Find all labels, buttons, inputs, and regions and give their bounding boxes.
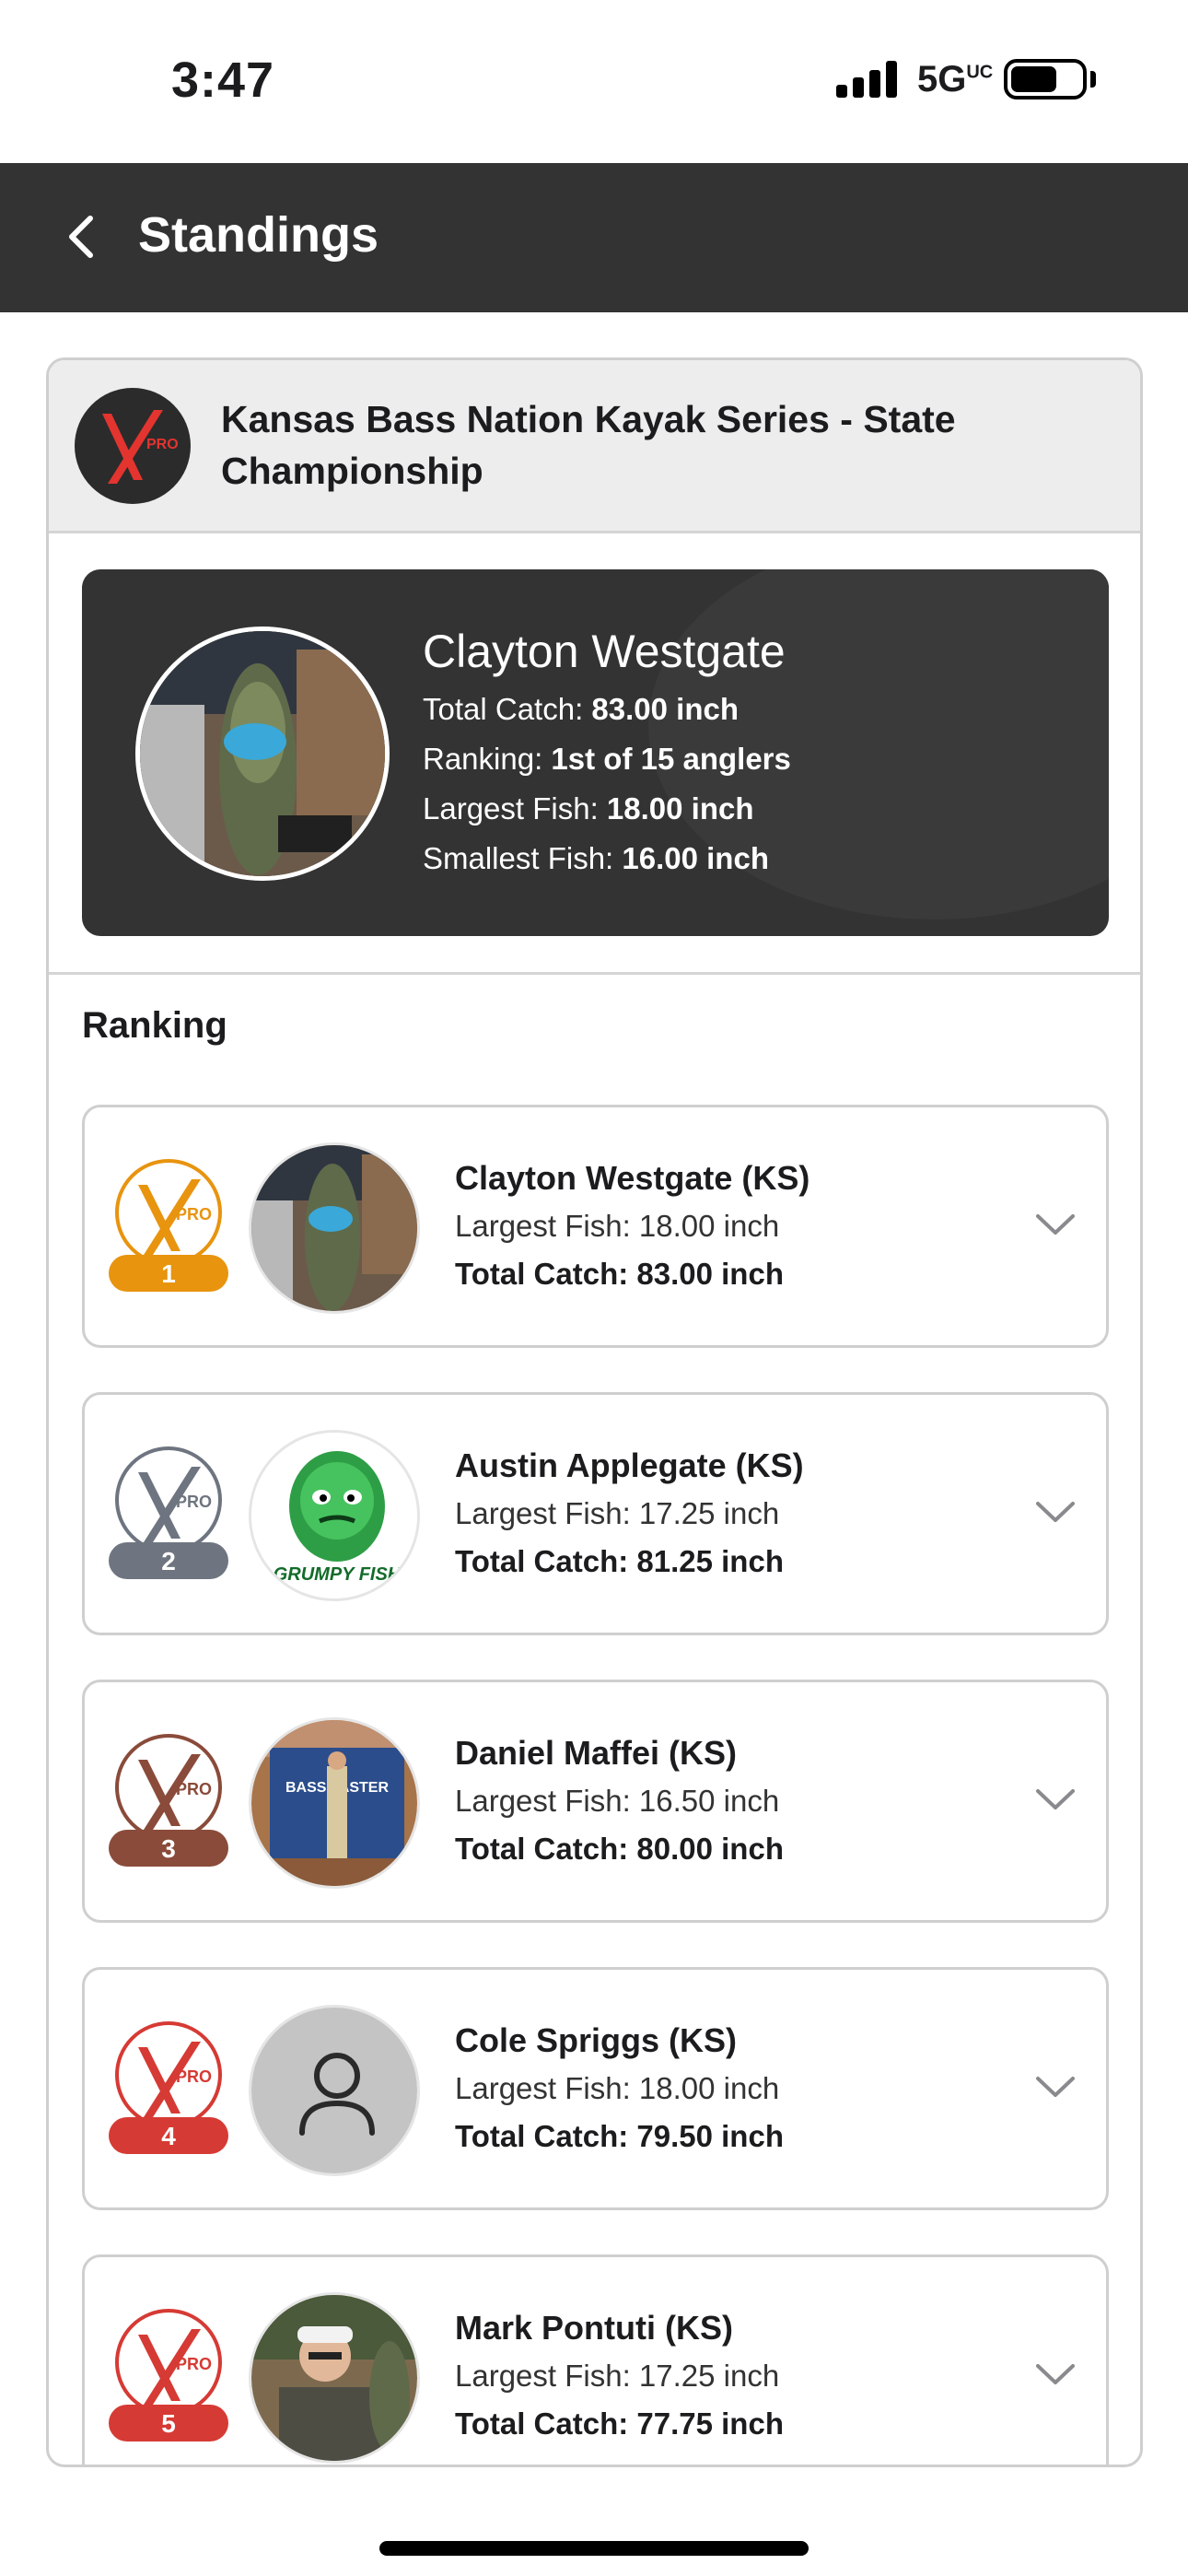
ranking-heading: Ranking xyxy=(82,1005,227,1046)
app-header: Standings xyxy=(0,163,1188,312)
svg-text:PRO: PRO xyxy=(176,2067,212,2086)
svg-text:4: 4 xyxy=(161,2122,176,2150)
svg-text:PRO: PRO xyxy=(176,1205,212,1224)
network-indicator: 5GUC xyxy=(917,59,994,100)
angler-name: Cole Spriggs (KS) xyxy=(455,2021,738,2059)
ranking-row[interactable]: PRO 3 BASSMASTER Daniel Maffei (KS) Larg… xyxy=(82,1680,1109,1923)
status-bar: 3:47 5GUC xyxy=(0,0,1188,163)
user-placeholder-icon xyxy=(249,2005,420,2176)
svg-text:PRO: PRO xyxy=(176,1493,212,1511)
standings-card: PRO Kansas Bass Nation Kayak Series - St… xyxy=(46,357,1143,2467)
summary-smallest-fish: Smallest Fish: 16.00 inch xyxy=(423,841,769,875)
rank-badge-icon: PRO 4 xyxy=(109,2021,228,2154)
ranking-row[interactable]: PRO 1 Clayton Westgate (KS) Largest Fish… xyxy=(82,1105,1109,1348)
total-catch: Total Catch: 83.00 inch xyxy=(455,1257,784,1291)
signal-icon xyxy=(836,61,901,98)
svg-text:2: 2 xyxy=(161,1547,176,1575)
rank-badge-icon: PRO 2 xyxy=(109,1446,228,1579)
chevron-down-icon[interactable] xyxy=(1032,1782,1078,1819)
total-catch: Total Catch: 80.00 inch xyxy=(455,1832,784,1866)
svg-text:3: 3 xyxy=(161,1834,176,1863)
chevron-down-icon[interactable] xyxy=(1032,2069,1078,2106)
avatar xyxy=(249,2292,420,2464)
ranking-row[interactable]: PRO 2 GRUMPY FISH Austin Applegate (KS) … xyxy=(82,1392,1109,1635)
angler-name: Mark Pontuti (KS) xyxy=(455,2309,733,2347)
event-header: PRO Kansas Bass Nation Kayak Series - St… xyxy=(49,360,1140,533)
xpro-logo: PRO xyxy=(75,388,191,504)
total-catch: Total Catch: 81.25 inch xyxy=(455,1544,784,1578)
svg-text:GRUMPY FISH: GRUMPY FISH xyxy=(274,1564,402,1585)
avatar: GRUMPY FISH xyxy=(249,1430,420,1601)
svg-text:PRO: PRO xyxy=(176,1780,212,1798)
ranking-row[interactable]: PRO 4 Cole Spriggs (KS) Largest Fish: 18… xyxy=(82,1967,1109,2210)
home-indicator[interactable] xyxy=(379,2541,809,2556)
largest-fish: Largest Fish: 17.25 inch xyxy=(455,2359,780,2393)
svg-text:PRO: PRO xyxy=(146,437,179,452)
summary-largest-fish: Largest Fish: 18.00 inch xyxy=(423,791,754,825)
rank-badge-icon: PRO 5 xyxy=(109,2309,228,2441)
summary-total-catch: Total Catch: 83.00 inch xyxy=(423,692,740,726)
angler-name: Austin Applegate (KS) xyxy=(455,1446,804,1484)
divider xyxy=(49,972,1140,975)
status-time: 3:47 xyxy=(171,53,275,108)
avatar: BASSMASTER xyxy=(249,1717,420,1889)
back-button[interactable] xyxy=(55,209,111,264)
chevron-down-icon[interactable] xyxy=(1032,2357,1078,2394)
summary-ranking: Ranking: 1st of 15 anglers xyxy=(423,742,791,776)
total-catch: Total Catch: 77.75 inch xyxy=(455,2406,784,2441)
angler-name: Clayton Westgate xyxy=(423,626,786,677)
event-title: Kansas Bass Nation Kayak Series - State … xyxy=(221,398,956,492)
rank-badge-icon: PRO 1 xyxy=(109,1159,228,1292)
page-title: Standings xyxy=(138,207,379,263)
largest-fish: Largest Fish: 17.25 inch xyxy=(455,1496,780,1530)
ranking-row[interactable]: PRO 5 Mark Pontuti (KS) Largest Fish: 17… xyxy=(82,2254,1109,2465)
avatar xyxy=(249,1142,420,1314)
svg-text:PRO: PRO xyxy=(176,2355,212,2373)
largest-fish: Largest Fish: 18.00 inch xyxy=(455,2071,780,2105)
rank-badge-icon: PRO 3 xyxy=(109,1734,228,1867)
battery-icon xyxy=(1004,59,1087,100)
largest-fish: Largest Fish: 18.00 inch xyxy=(455,1209,780,1243)
angler-name: Daniel Maffei (KS) xyxy=(455,1734,738,1772)
chevron-down-icon[interactable] xyxy=(1032,1207,1078,1244)
svg-text:5: 5 xyxy=(161,2409,176,2438)
angler-summary-card: Clayton Westgate Total Catch: 83.00 inch… xyxy=(82,569,1109,936)
chevron-down-icon[interactable] xyxy=(1032,1494,1078,1531)
largest-fish: Largest Fish: 16.50 inch xyxy=(455,1784,780,1818)
angler-name: Clayton Westgate (KS) xyxy=(455,1159,810,1197)
chevron-left-icon xyxy=(69,216,93,258)
angler-photo xyxy=(135,626,390,881)
svg-text:1: 1 xyxy=(161,1259,176,1288)
total-catch: Total Catch: 79.50 inch xyxy=(455,2119,784,2153)
